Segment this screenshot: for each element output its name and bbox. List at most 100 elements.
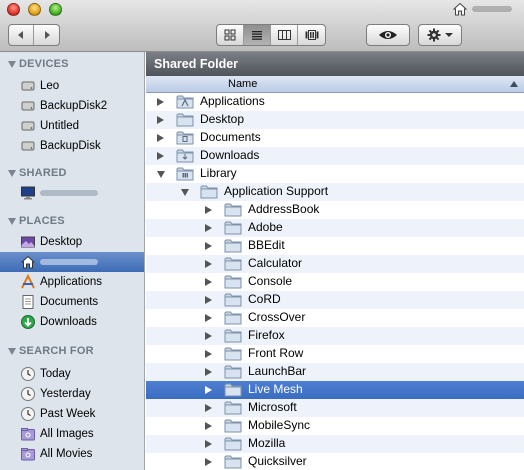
forward-button[interactable] bbox=[34, 25, 59, 45]
disclosure-expanded-icon[interactable] bbox=[181, 189, 189, 196]
sidebar-item-documents[interactable]: Documents bbox=[0, 292, 144, 312]
file-row[interactable]: AddressBook bbox=[146, 201, 524, 219]
file-row[interactable]: Live Mesh bbox=[146, 381, 524, 399]
sidebar-item-today[interactable]: Today bbox=[0, 364, 144, 384]
sidebar-item-all-images[interactable]: All Images bbox=[0, 424, 144, 444]
disclosure-collapsed-icon[interactable] bbox=[205, 314, 212, 322]
disclosure-collapsed-icon[interactable] bbox=[205, 386, 212, 394]
disclosure-collapsed-icon[interactable] bbox=[205, 458, 212, 466]
sidebar-item-label: Past Week bbox=[40, 408, 96, 420]
file-row[interactable]: Calculator bbox=[146, 255, 524, 273]
disclosure-triangle-icon bbox=[8, 217, 16, 225]
disclosure-collapsed-icon[interactable] bbox=[205, 368, 212, 376]
sidebar-item-leo[interactable]: Leo bbox=[0, 76, 144, 96]
disclosure-collapsed-icon[interactable] bbox=[205, 206, 212, 214]
column-header-name[interactable]: Name bbox=[228, 78, 257, 90]
file-row[interactable]: Firefox bbox=[146, 327, 524, 345]
file-name: Desktop bbox=[200, 112, 245, 126]
disclosure-collapsed-icon[interactable] bbox=[205, 332, 212, 340]
sidebar-item-yesterday[interactable]: Yesterday bbox=[0, 384, 144, 404]
disclosure-collapsed-icon[interactable] bbox=[205, 422, 212, 430]
column-header[interactable]: Name bbox=[146, 76, 524, 93]
file-name: BBEdit bbox=[248, 238, 285, 252]
file-name: Application Support bbox=[224, 184, 329, 198]
quick-look-button[interactable] bbox=[366, 24, 410, 46]
desktop-icon bbox=[21, 236, 35, 248]
sidebar-item-desktop[interactable]: Desktop bbox=[0, 232, 144, 252]
file-row[interactable]: Downloads bbox=[146, 147, 524, 165]
folder-icon bbox=[224, 238, 242, 253]
sidebar-section-shared[interactable]: SHARED bbox=[8, 167, 67, 179]
file-row[interactable]: CoRD bbox=[146, 291, 524, 309]
zoom-window-button[interactable] bbox=[49, 3, 62, 16]
file-row[interactable]: MobileSync bbox=[146, 417, 524, 435]
file-name: Applications bbox=[200, 94, 265, 108]
file-row[interactable]: Application Support bbox=[146, 183, 524, 201]
column-view-button[interactable] bbox=[271, 25, 298, 45]
sidebar-item-applications[interactable]: Applications bbox=[0, 272, 144, 292]
sidebar-item-label: Untitled bbox=[40, 120, 79, 132]
disclosure-triangle-icon bbox=[8, 169, 16, 177]
file-row[interactable]: Desktop bbox=[146, 111, 524, 129]
file-row[interactable]: Applications bbox=[146, 93, 524, 111]
file-row[interactable]: Quicksilver bbox=[146, 453, 524, 470]
sidebar-section-places[interactable]: PLACES bbox=[8, 215, 65, 227]
file-name: Adobe bbox=[248, 220, 283, 234]
disclosure-collapsed-icon[interactable] bbox=[205, 224, 212, 232]
disclosure-collapsed-icon[interactable] bbox=[157, 134, 164, 142]
action-menu-button[interactable] bbox=[418, 24, 462, 46]
disclosure-collapsed-icon[interactable] bbox=[205, 296, 212, 304]
disclosure-triangle-icon bbox=[8, 60, 16, 68]
disclosure-collapsed-icon[interactable] bbox=[157, 116, 164, 124]
file-name: Documents bbox=[200, 130, 261, 144]
disclosure-collapsed-icon[interactable] bbox=[205, 242, 212, 250]
sidebar-item-backupdisk[interactable]: BackupDisk bbox=[0, 136, 144, 156]
sidebar-section-devices[interactable]: DEVICES bbox=[8, 58, 69, 70]
folder-icon bbox=[224, 436, 242, 451]
downloads-icon bbox=[21, 315, 35, 329]
icon-view-button[interactable] bbox=[217, 25, 244, 45]
disclosure-collapsed-icon[interactable] bbox=[205, 440, 212, 448]
window-toolbar bbox=[0, 0, 524, 52]
path-bar: Shared Folder bbox=[146, 52, 524, 76]
sidebar-item-past-week[interactable]: Past Week bbox=[0, 404, 144, 424]
file-row[interactable]: BBEdit bbox=[146, 237, 524, 255]
disclosure-collapsed-icon[interactable] bbox=[157, 98, 164, 106]
disclosure-collapsed-icon[interactable] bbox=[205, 260, 212, 268]
back-button[interactable] bbox=[9, 25, 34, 45]
hard-drive-icon bbox=[21, 121, 35, 131]
file-row[interactable]: LaunchBar bbox=[146, 363, 524, 381]
sidebar-item-shared-computer[interactable] bbox=[0, 183, 144, 203]
list-view-button[interactable] bbox=[244, 25, 271, 45]
sidebar-item-downloads[interactable]: Downloads bbox=[0, 312, 144, 332]
sidebar-section-search-for[interactable]: SEARCH FOR bbox=[8, 345, 94, 357]
home-folder-name-redacted bbox=[40, 259, 98, 265]
sidebar-item-all-movies[interactable]: All Movies bbox=[0, 444, 144, 464]
file-row[interactable]: Adobe bbox=[146, 219, 524, 237]
sidebar-item-label: All Movies bbox=[40, 448, 93, 460]
file-row[interactable]: CrossOver bbox=[146, 309, 524, 327]
sidebar-item-label: Yesterday bbox=[40, 388, 91, 400]
file-row[interactable]: Documents bbox=[146, 129, 524, 147]
disclosure-collapsed-icon[interactable] bbox=[205, 278, 212, 286]
gear-icon bbox=[427, 28, 441, 42]
file-row[interactable]: Library bbox=[146, 165, 524, 183]
disclosure-expanded-icon[interactable] bbox=[157, 171, 165, 178]
file-row[interactable]: Mozilla bbox=[146, 435, 524, 453]
close-window-button[interactable] bbox=[7, 3, 20, 16]
file-row[interactable]: Console bbox=[146, 273, 524, 291]
folder-icon bbox=[224, 454, 242, 469]
folder-icon bbox=[224, 220, 242, 235]
disclosure-collapsed-icon[interactable] bbox=[205, 350, 212, 358]
file-row[interactable]: Front Row bbox=[146, 345, 524, 363]
minimize-window-button[interactable] bbox=[28, 3, 41, 16]
disclosure-collapsed-icon[interactable] bbox=[157, 152, 164, 160]
sidebar-item-home[interactable] bbox=[0, 252, 144, 272]
disclosure-collapsed-icon[interactable] bbox=[205, 404, 212, 412]
file-row[interactable]: Microsoft bbox=[146, 399, 524, 417]
file-name: AddressBook bbox=[248, 202, 320, 216]
sidebar-item-backupdisk2[interactable]: BackupDisk2 bbox=[0, 96, 144, 116]
sidebar-item-untitled[interactable]: Untitled bbox=[0, 116, 144, 136]
sidebar-item-label: Downloads bbox=[40, 316, 97, 328]
coverflow-view-button[interactable] bbox=[298, 25, 325, 45]
